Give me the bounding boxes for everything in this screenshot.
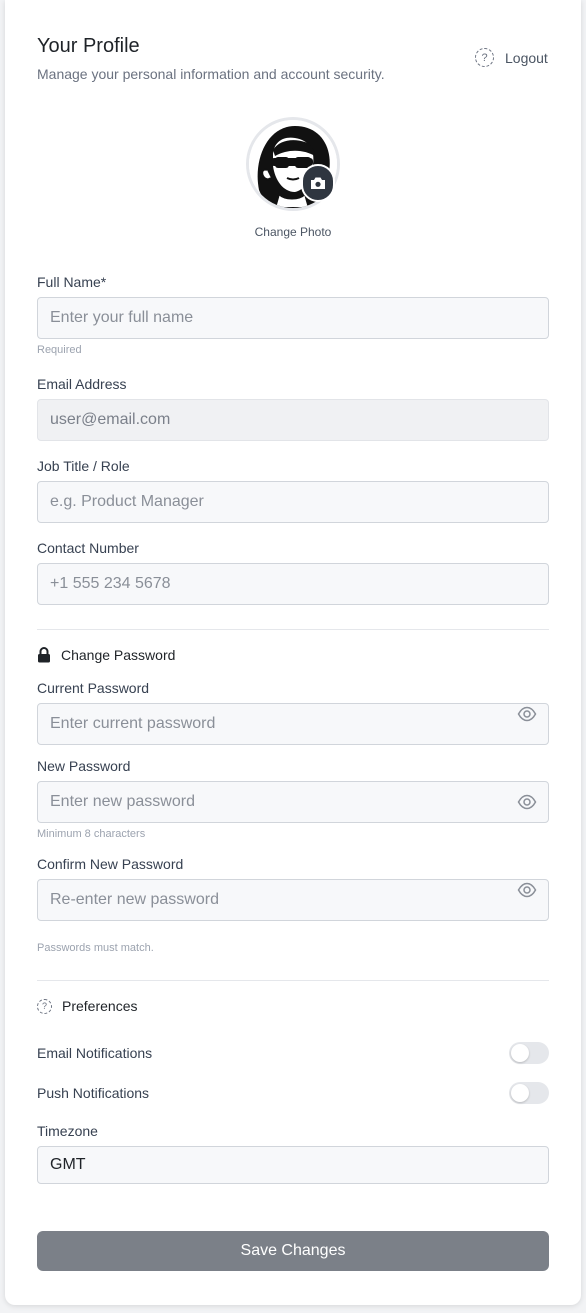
- change-photo-label[interactable]: Change Photo: [5, 225, 581, 239]
- new-password-hint: Minimum 8 characters: [37, 828, 146, 840]
- camera-icon: [311, 177, 325, 189]
- profile-card: Your Profile Manage your personal inform…: [5, 0, 581, 1305]
- full-name-input[interactable]: Enter your full name: [37, 297, 549, 339]
- email-field[interactable]: user@email.com: [37, 399, 549, 441]
- eye-icon[interactable]: [517, 880, 537, 900]
- required-mark: *: [100, 274, 107, 290]
- contact-number-label: Contact Number: [37, 540, 139, 556]
- confirm-password-placeholder: Re-enter new password: [50, 891, 219, 908]
- logout-button[interactable]: ? Logout: [475, 48, 548, 67]
- email-label: Email Address: [37, 376, 127, 392]
- page-title: Your Profile: [37, 35, 140, 57]
- push-notifications-toggle[interactable]: [509, 1082, 549, 1104]
- page-subtitle: Manage your personal information and acc…: [37, 66, 385, 82]
- email-notifications-label: Email Notifications: [37, 1045, 153, 1061]
- contact-number-placeholder: +1 555 234 5678: [50, 575, 171, 592]
- new-password-input[interactable]: Enter new password: [37, 781, 549, 823]
- toggle-knob: [511, 1044, 529, 1062]
- preferences-title: Preferences: [62, 998, 138, 1014]
- email-notifications-row: Email Notifications: [37, 1042, 549, 1064]
- current-password-placeholder: Enter current password: [50, 715, 216, 732]
- full-name-label: Full Name*: [37, 274, 106, 290]
- section-divider: [37, 629, 549, 630]
- preferences-heading: ? Preferences: [37, 998, 137, 1014]
- change-password-title: Change Password: [61, 647, 176, 663]
- timezone-value: GMT: [50, 1156, 86, 1173]
- change-photo-button[interactable]: [301, 164, 335, 202]
- push-notifications-row: Push Notifications: [37, 1082, 549, 1104]
- password-match-hint: Passwords must match.: [37, 942, 154, 954]
- help-circle-icon: ?: [37, 998, 52, 1014]
- logout-label: Logout: [505, 49, 548, 66]
- job-title-placeholder: e.g. Product Manager: [50, 493, 204, 510]
- confirm-password-input[interactable]: Re-enter new password: [37, 879, 549, 921]
- lock-icon: [38, 647, 50, 663]
- change-password-heading: Change Password: [37, 647, 175, 663]
- current-password-input[interactable]: Enter current password: [37, 703, 549, 745]
- contact-number-input[interactable]: +1 555 234 5678: [37, 563, 549, 605]
- save-button[interactable]: Save Changes: [37, 1231, 549, 1271]
- eye-icon[interactable]: [517, 792, 537, 812]
- full-name-label-text: Full Name: [37, 274, 101, 290]
- new-password-label: New Password: [37, 758, 131, 774]
- confirm-password-label: Confirm New Password: [37, 856, 184, 872]
- help-circle-icon: ?: [475, 48, 494, 67]
- email-notifications-toggle[interactable]: [509, 1042, 549, 1064]
- email-value: user@email.com: [50, 411, 171, 428]
- job-title-input[interactable]: e.g. Product Manager: [37, 481, 549, 523]
- full-name-placeholder: Enter your full name: [50, 309, 194, 326]
- eye-icon[interactable]: [517, 704, 537, 724]
- new-password-placeholder: Enter new password: [50, 793, 195, 810]
- timezone-select[interactable]: GMT: [37, 1146, 549, 1184]
- timezone-label: Timezone: [37, 1123, 98, 1139]
- toggle-knob: [511, 1084, 529, 1102]
- job-title-label: Job Title / Role: [37, 458, 130, 474]
- full-name-hint: Required: [37, 344, 82, 356]
- current-password-label: Current Password: [37, 680, 150, 696]
- section-divider: [37, 980, 549, 981]
- avatar-container: [246, 117, 340, 211]
- push-notifications-label: Push Notifications: [37, 1085, 150, 1101]
